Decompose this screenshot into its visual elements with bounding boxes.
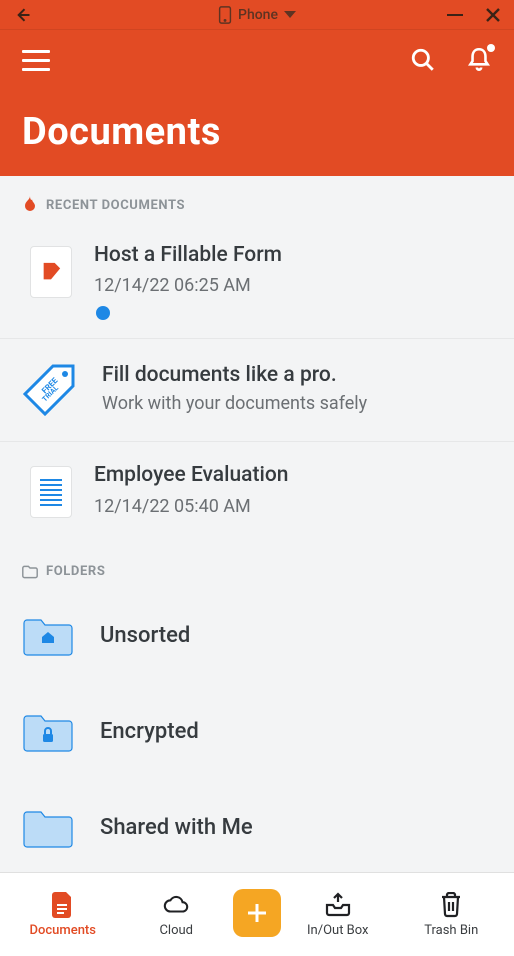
nav-trash[interactable]: Trash Bin [395, 891, 509, 938]
add-button[interactable] [233, 889, 281, 937]
close-button[interactable] [482, 4, 504, 26]
app-header: Documents [0, 30, 514, 176]
device-label: Phone [238, 7, 278, 23]
nav-cloud[interactable]: Cloud [120, 891, 234, 938]
inbox-icon [324, 892, 352, 918]
emulator-bar: Phone [0, 0, 514, 30]
folders-label: FOLDERS [46, 564, 105, 579]
folder-home-icon [22, 613, 74, 657]
phone-icon [218, 6, 232, 24]
folders-list: Unsorted Encrypted Shared with Me [0, 587, 514, 855]
folder-name: Shared with Me [100, 815, 253, 840]
bottom-nav: Documents Cloud In/Out Box Trash Bin [0, 872, 514, 956]
folder-name: Encrypted [100, 719, 199, 744]
minimize-button[interactable] [444, 4, 466, 26]
menu-button[interactable] [22, 44, 54, 76]
back-button[interactable] [10, 3, 34, 27]
nav-label: Trash Bin [424, 923, 478, 938]
recent-label: RECENT DOCUMENTS [46, 198, 185, 213]
hamburger-icon [22, 50, 50, 53]
device-selector[interactable]: Phone [218, 6, 296, 24]
document-meta: 12/14/22 05:40 AM [94, 496, 492, 517]
document-thumb [30, 466, 72, 518]
recent-section-header: RECENT DOCUMENTS [0, 176, 514, 222]
document-icon [52, 892, 74, 918]
search-icon [410, 47, 436, 73]
content: RECENT DOCUMENTS Host a Fillable Form 12… [0, 176, 514, 868]
nav-inout[interactable]: In/Out Box [281, 891, 395, 938]
folder-lock-icon [22, 709, 74, 753]
page-title: Documents [22, 110, 494, 154]
document-thumb [30, 246, 72, 298]
document-title: Host a Fillable Form [94, 242, 492, 269]
nav-documents[interactable]: Documents [6, 891, 120, 938]
promo-subtitle: Work with your documents safely [102, 393, 367, 414]
recent-documents-list: Host a Fillable Form 12/14/22 06:25 AM F… [0, 222, 514, 536]
trash-icon [440, 892, 462, 918]
text-lines-icon [40, 479, 62, 506]
cloud-icon [162, 894, 190, 916]
document-title: Employee Evaluation [94, 462, 492, 489]
folder-item-shared[interactable]: Shared with Me [0, 779, 514, 855]
nav-label: In/Out Box [307, 923, 369, 938]
notification-dot-icon [487, 44, 495, 52]
chevron-down-icon [284, 11, 296, 19]
folder-outline-icon [22, 565, 38, 579]
promo-banner[interactable]: FREE TRIAL Fill documents like a pro. Wo… [0, 339, 514, 442]
nav-label: Cloud [159, 923, 193, 938]
document-meta: 12/14/22 06:25 AM [94, 275, 492, 296]
folders-section-header: FOLDERS [0, 536, 514, 587]
arrow-left-icon [12, 5, 32, 25]
close-icon [485, 7, 501, 23]
notifications-button[interactable] [464, 45, 494, 75]
folder-name: Unsorted [100, 623, 190, 648]
pdf-icon [40, 261, 62, 283]
minimize-icon [447, 14, 463, 16]
promo-title: Fill documents like a pro. [102, 363, 367, 387]
nav-label: Documents [30, 923, 96, 938]
plus-icon [244, 900, 270, 926]
unread-dot-icon [96, 306, 110, 320]
free-trial-tag-icon: FREE TRIAL [23, 360, 79, 416]
folder-item-encrypted[interactable]: Encrypted [0, 683, 514, 779]
search-button[interactable] [408, 45, 438, 75]
folder-item-unsorted[interactable]: Unsorted [0, 587, 514, 683]
document-item[interactable]: Employee Evaluation 12/14/22 05:40 AM [0, 442, 514, 536]
flame-icon [22, 196, 38, 214]
document-item[interactable]: Host a Fillable Form 12/14/22 06:25 AM [0, 222, 514, 339]
folder-share-icon [22, 805, 74, 849]
